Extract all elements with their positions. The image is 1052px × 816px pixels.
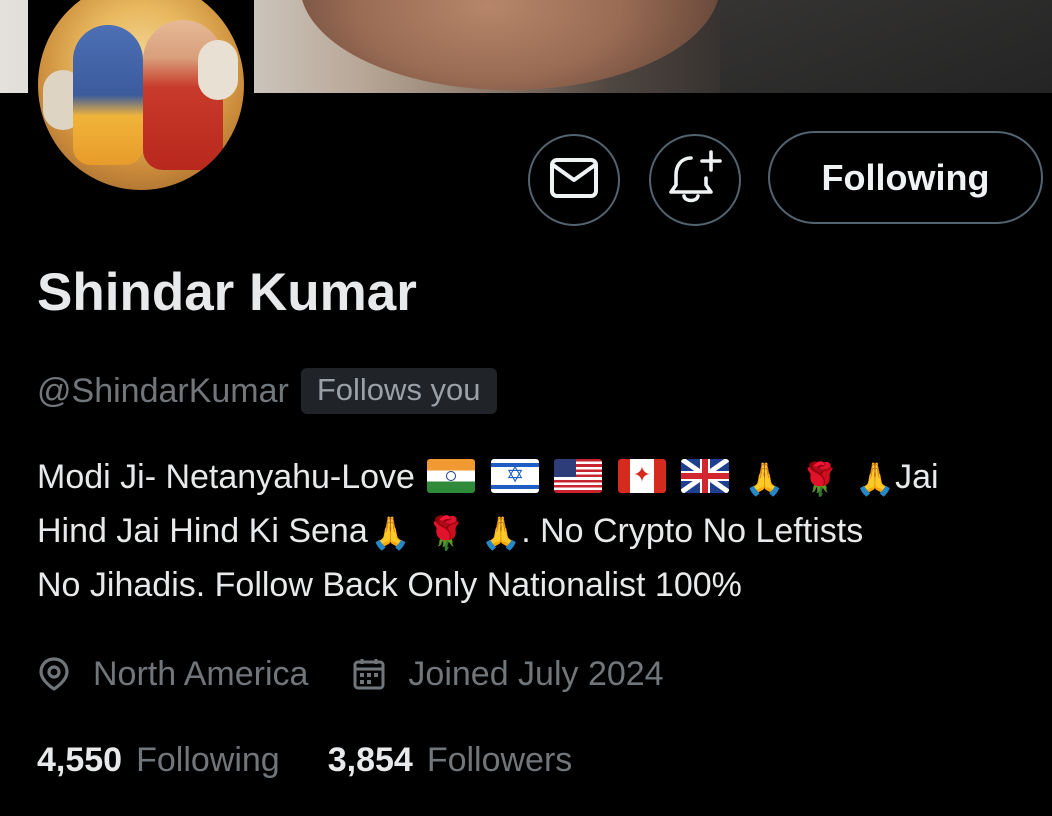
folded-hands-icon: 🙏 bbox=[855, 460, 896, 499]
profile-avatar[interactable] bbox=[28, 0, 254, 200]
joined-text: Joined July 2024 bbox=[408, 654, 664, 693]
flag-canada-icon bbox=[617, 459, 666, 493]
profile-name: Shindar Kumar bbox=[37, 263, 417, 322]
joined-item: Joined July 2024 bbox=[352, 654, 664, 694]
banner-photo-face bbox=[300, 0, 720, 90]
folded-hands-icon: 🙏 bbox=[370, 514, 411, 553]
notify-button[interactable] bbox=[649, 134, 741, 226]
avatar-figure-krishna bbox=[73, 25, 143, 165]
following-label: Following bbox=[136, 740, 280, 779]
profile-handle: @ShindarKumar bbox=[37, 371, 289, 410]
bell-plus-icon bbox=[665, 148, 725, 212]
avatar-cow-right bbox=[198, 40, 238, 100]
followers-stat-link[interactable]: 3,854 Followers bbox=[328, 741, 573, 780]
location-item: North America bbox=[37, 655, 308, 694]
following-count: 4,550 bbox=[37, 740, 123, 779]
bio-text-2: Hind Jai Hind Ki Sena bbox=[37, 512, 368, 550]
bio-line-2: Hind Jai Hind Ki Sena🙏 🌹 🙏. No Crypto No… bbox=[37, 504, 1027, 558]
bio-line-3: No Jihadis. Follow Back Only Nationalist… bbox=[37, 566, 742, 604]
following-button[interactable]: Following bbox=[768, 131, 1043, 224]
following-stat-link[interactable]: 4,550 Following bbox=[37, 741, 280, 780]
location-pin-icon bbox=[37, 656, 71, 692]
bio-text-2-end: . No Crypto No Leftists bbox=[521, 512, 864, 550]
message-button[interactable] bbox=[528, 134, 620, 226]
profile-stats: 4,550 Following 3,854 Followers bbox=[37, 736, 572, 784]
flag-uk-icon bbox=[681, 459, 730, 493]
followers-count: 3,854 bbox=[327, 740, 413, 779]
location-text: North America bbox=[93, 654, 309, 693]
handle-row: @ShindarKumar Follows you bbox=[37, 366, 497, 416]
bio-text-1-end: Jai bbox=[895, 458, 939, 496]
avatar-image bbox=[38, 0, 244, 190]
calendar-icon bbox=[352, 657, 386, 691]
profile-meta: North America Joined July 2024 bbox=[37, 650, 664, 698]
flag-india-icon bbox=[427, 459, 476, 493]
flag-usa-icon bbox=[554, 459, 603, 493]
banner-photo-shirt bbox=[720, 0, 1052, 93]
follows-you-badge: Follows you bbox=[300, 368, 497, 414]
profile-bio: Modi Ji- Netanyahu-Love 🙏 🌹 🙏Jai Hind Ja… bbox=[37, 450, 1027, 612]
flag-israel-icon bbox=[490, 459, 539, 493]
folded-hands-icon: 🙏 bbox=[744, 460, 785, 499]
rose-icon: 🌹 bbox=[799, 460, 840, 499]
bio-text-1: Modi Ji- Netanyahu-Love bbox=[37, 458, 415, 496]
rose-icon: 🌹 bbox=[426, 514, 466, 553]
followers-label: Followers bbox=[426, 740, 573, 779]
envelope-icon bbox=[548, 156, 600, 204]
bio-line-1: Modi Ji- Netanyahu-Love 🙏 🌹 🙏Jai bbox=[37, 450, 1027, 504]
folded-hands-icon: 🙏 bbox=[481, 514, 522, 553]
